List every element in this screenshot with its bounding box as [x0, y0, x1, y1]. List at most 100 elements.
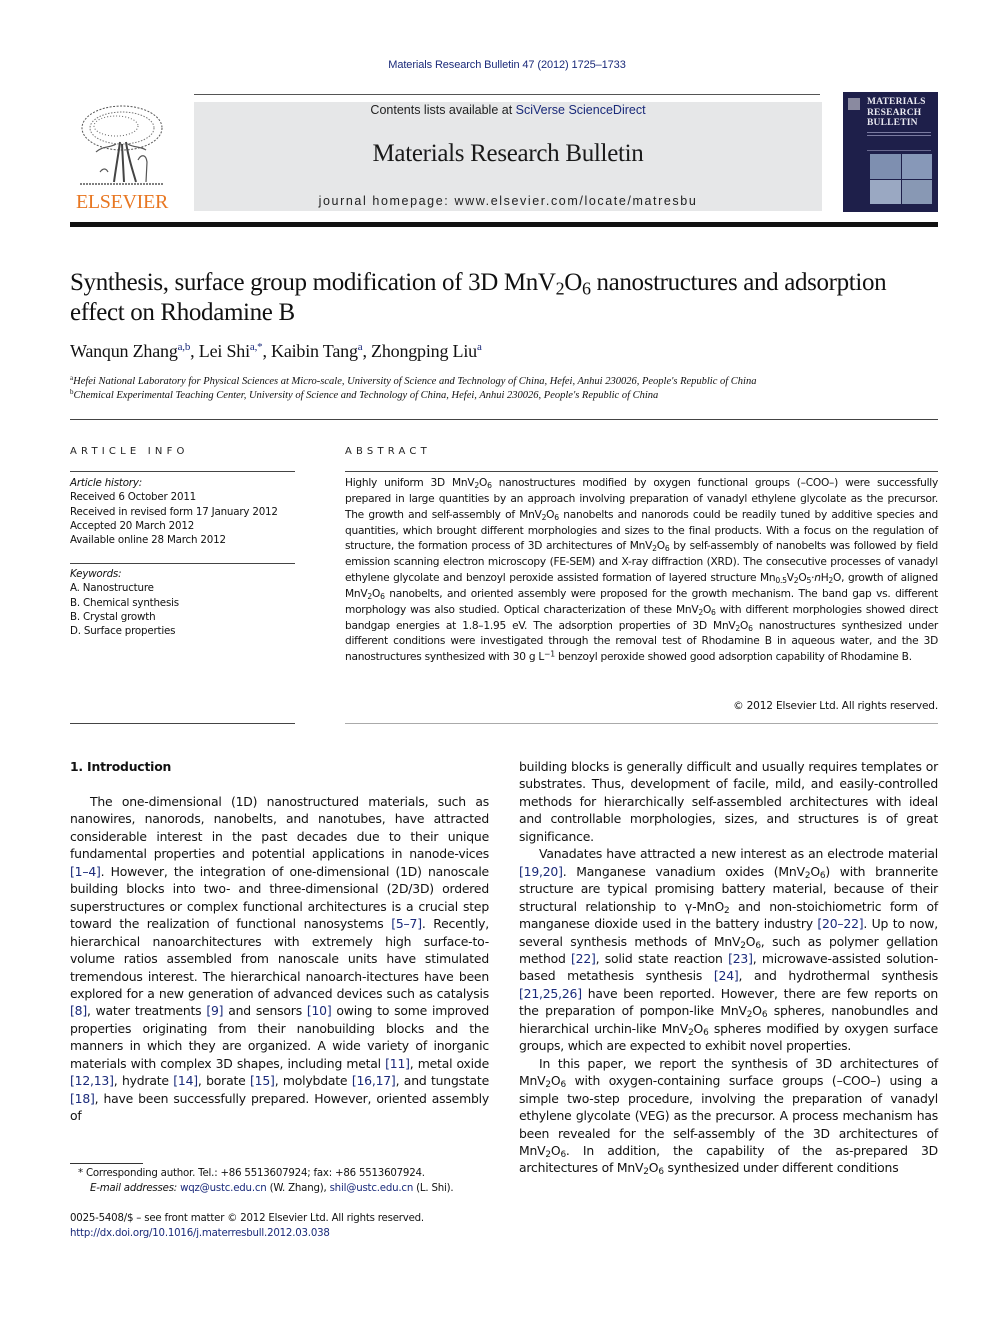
- formula-part: 2: [828, 575, 834, 585]
- history-entry: Accepted 20 March 2012: [70, 519, 195, 532]
- formula-part: 6: [819, 870, 826, 881]
- author-affiliation-marks[interactable]: a: [477, 341, 482, 353]
- journal-cover-icon[interactable]: MATERIALS RESEARCH BULLETIN: [843, 92, 938, 212]
- citation-link[interactable]: [20–22]: [817, 916, 863, 931]
- formula-part: n: [814, 572, 821, 585]
- citation-link[interactable]: [18]: [70, 1091, 95, 1106]
- formula-part: 2: [367, 591, 372, 601]
- masthead-divider: [70, 222, 938, 227]
- author-affiliation-marks[interactable]: a,*: [250, 341, 263, 353]
- formula-part: 6: [560, 1080, 566, 1091]
- citation-link[interactable]: [1–4]: [70, 864, 101, 879]
- affiliation: bChemical Experimental Teaching Center, …: [70, 388, 659, 402]
- abstract-text: Highly uniform 3D MnV2O6 nanostructures …: [345, 477, 939, 664]
- doi-link[interactable]: http://dx.doi.org/10.1016/j.materresbull…: [70, 1226, 490, 1241]
- article-history: Article history: Received 6 October 2011…: [70, 476, 300, 547]
- elsevier-logo[interactable]: ELSEVIER: [70, 100, 174, 213]
- formula-part: 2: [724, 905, 730, 916]
- citation-link[interactable]: [11]: [385, 1056, 410, 1071]
- homepage-url-link[interactable]: www.elsevier.com/locate/matresbu: [454, 194, 697, 208]
- formula-part: 6: [755, 940, 761, 951]
- publisher-badge-icon: [848, 98, 860, 110]
- affiliations: aHefei National Laboratory for Physical …: [70, 375, 950, 403]
- abstract-copyright: © 2012 Elsevier Ltd. All rights reserved…: [733, 700, 938, 712]
- author[interactable]: Zhongping Liua: [371, 341, 482, 361]
- cover-subtitle-lines: [867, 132, 931, 133]
- citation-link[interactable]: [19,20]: [519, 864, 563, 879]
- corresponding-author-note: * Corresponding author. Tel.: +86 551360…: [78, 1168, 425, 1179]
- formula-part: 2: [652, 544, 657, 554]
- citation-link[interactable]: [24]: [714, 968, 739, 983]
- formula-part: 0.5: [775, 575, 787, 585]
- formula-part: 2: [541, 512, 547, 522]
- citation-link[interactable]: [10]: [307, 1003, 332, 1018]
- citation-link[interactable]: [22]: [571, 951, 596, 966]
- cover-title: MATERIALS RESEARCH BULLETIN: [867, 97, 926, 129]
- keyword: B. Chemical synthesis: [70, 596, 179, 609]
- affiliation: aHefei National Laboratory for Physical …: [70, 374, 757, 388]
- formula-part: 2: [474, 480, 479, 490]
- formula-part: 6: [664, 544, 670, 554]
- sciencedirect-link[interactable]: SciVerse ScienceDirect: [516, 103, 646, 117]
- formula-part: 2: [746, 1010, 753, 1021]
- citation-link[interactable]: [5–7]: [391, 916, 422, 931]
- author[interactable]: Lei Shia,*: [199, 341, 263, 361]
- divider: [70, 723, 295, 724]
- formula-part: 5: [806, 575, 812, 585]
- article-info-heading: ARTICLE INFO: [70, 446, 189, 457]
- header-divider: [194, 94, 820, 95]
- divider: [70, 563, 295, 564]
- email-link[interactable]: shil@ustc.edu.cn: [330, 1183, 414, 1194]
- elsevier-tree-icon: [80, 105, 164, 185]
- journal-masthead: Contents lists available at SciVerse Sci…: [194, 102, 822, 211]
- formula-part: 2: [793, 575, 799, 585]
- formula-part: 6: [581, 278, 591, 299]
- citation-link[interactable]: [12,13]: [70, 1073, 114, 1088]
- footnote-divider: [70, 1163, 143, 1164]
- author[interactable]: Kaibin Tanga: [271, 341, 363, 361]
- keyword: B. Crystal growth: [70, 610, 156, 623]
- divider: [345, 471, 938, 472]
- formula-part: 6: [380, 591, 385, 601]
- keyword: A. Nanostructure: [70, 582, 154, 595]
- elsevier-wordmark: ELSEVIER: [75, 191, 169, 213]
- formula-part: 6: [748, 623, 753, 633]
- keywords-label: Keywords:: [70, 568, 122, 580]
- abstract-heading: ABSTRACT: [345, 446, 431, 457]
- issn-copyright: 0025-5408/$ – see front matter © 2012 El…: [70, 1213, 424, 1224]
- formula-part: 2: [643, 1167, 649, 1178]
- formula-part: 6: [711, 607, 716, 617]
- journal-homepage: journal homepage: www.elsevier.com/locat…: [194, 194, 822, 208]
- author[interactable]: Wanqun Zhanga,b: [70, 341, 190, 361]
- keyword: D. Surface properties: [70, 625, 176, 638]
- cover-micrograph-icon: [870, 154, 932, 204]
- citation-link[interactable]: [23]: [728, 951, 753, 966]
- history-entry: Available online 28 March 2012: [70, 534, 226, 547]
- cover-title-line: RESEARCH: [867, 107, 922, 118]
- paragraph: building blocks is generally difficult a…: [519, 759, 938, 844]
- formula-part: 2: [545, 1150, 551, 1161]
- citation-link[interactable]: [14]: [173, 1073, 198, 1088]
- email-link[interactable]: wqz@ustc.edu.cn: [180, 1183, 267, 1194]
- formula-part: 2: [545, 1080, 551, 1091]
- citation-link[interactable]: [15]: [250, 1073, 275, 1088]
- formula-part: −1: [544, 649, 555, 659]
- author-affiliation-marks[interactable]: a,b: [178, 341, 191, 353]
- formula-part: 2: [735, 623, 741, 633]
- citation-link[interactable]: [9]: [206, 1003, 223, 1018]
- footnotes: * Corresponding author. Tel.: +86 551360…: [70, 1167, 490, 1196]
- journal-citation[interactable]: Materials Research Bulletin 47 (2012) 17…: [0, 59, 992, 71]
- article-history-label: Article history:: [70, 477, 142, 489]
- citation-link[interactable]: [21,25,26]: [519, 986, 582, 1001]
- citation-link[interactable]: [8]: [70, 1003, 87, 1018]
- email-addresses: E-mail addresses: wqz@ustc.edu.cn (W. Zh…: [90, 1182, 454, 1194]
- paragraph: In this paper, we report the synthesis o…: [519, 1055, 938, 1178]
- author-affiliation-marks[interactable]: a: [358, 341, 363, 353]
- homepage-label: journal homepage:: [318, 194, 455, 208]
- formula-part: 2: [555, 278, 565, 299]
- formula-part: 6: [703, 1028, 709, 1039]
- body-column-left: The one-dimensional (1D) nanostructured …: [70, 793, 489, 1125]
- citation-link[interactable]: [16,17]: [352, 1073, 396, 1088]
- contents-availability: Contents lists available at SciVerse Sci…: [194, 103, 822, 117]
- article-title: Synthesis, surface group modification of…: [70, 269, 887, 326]
